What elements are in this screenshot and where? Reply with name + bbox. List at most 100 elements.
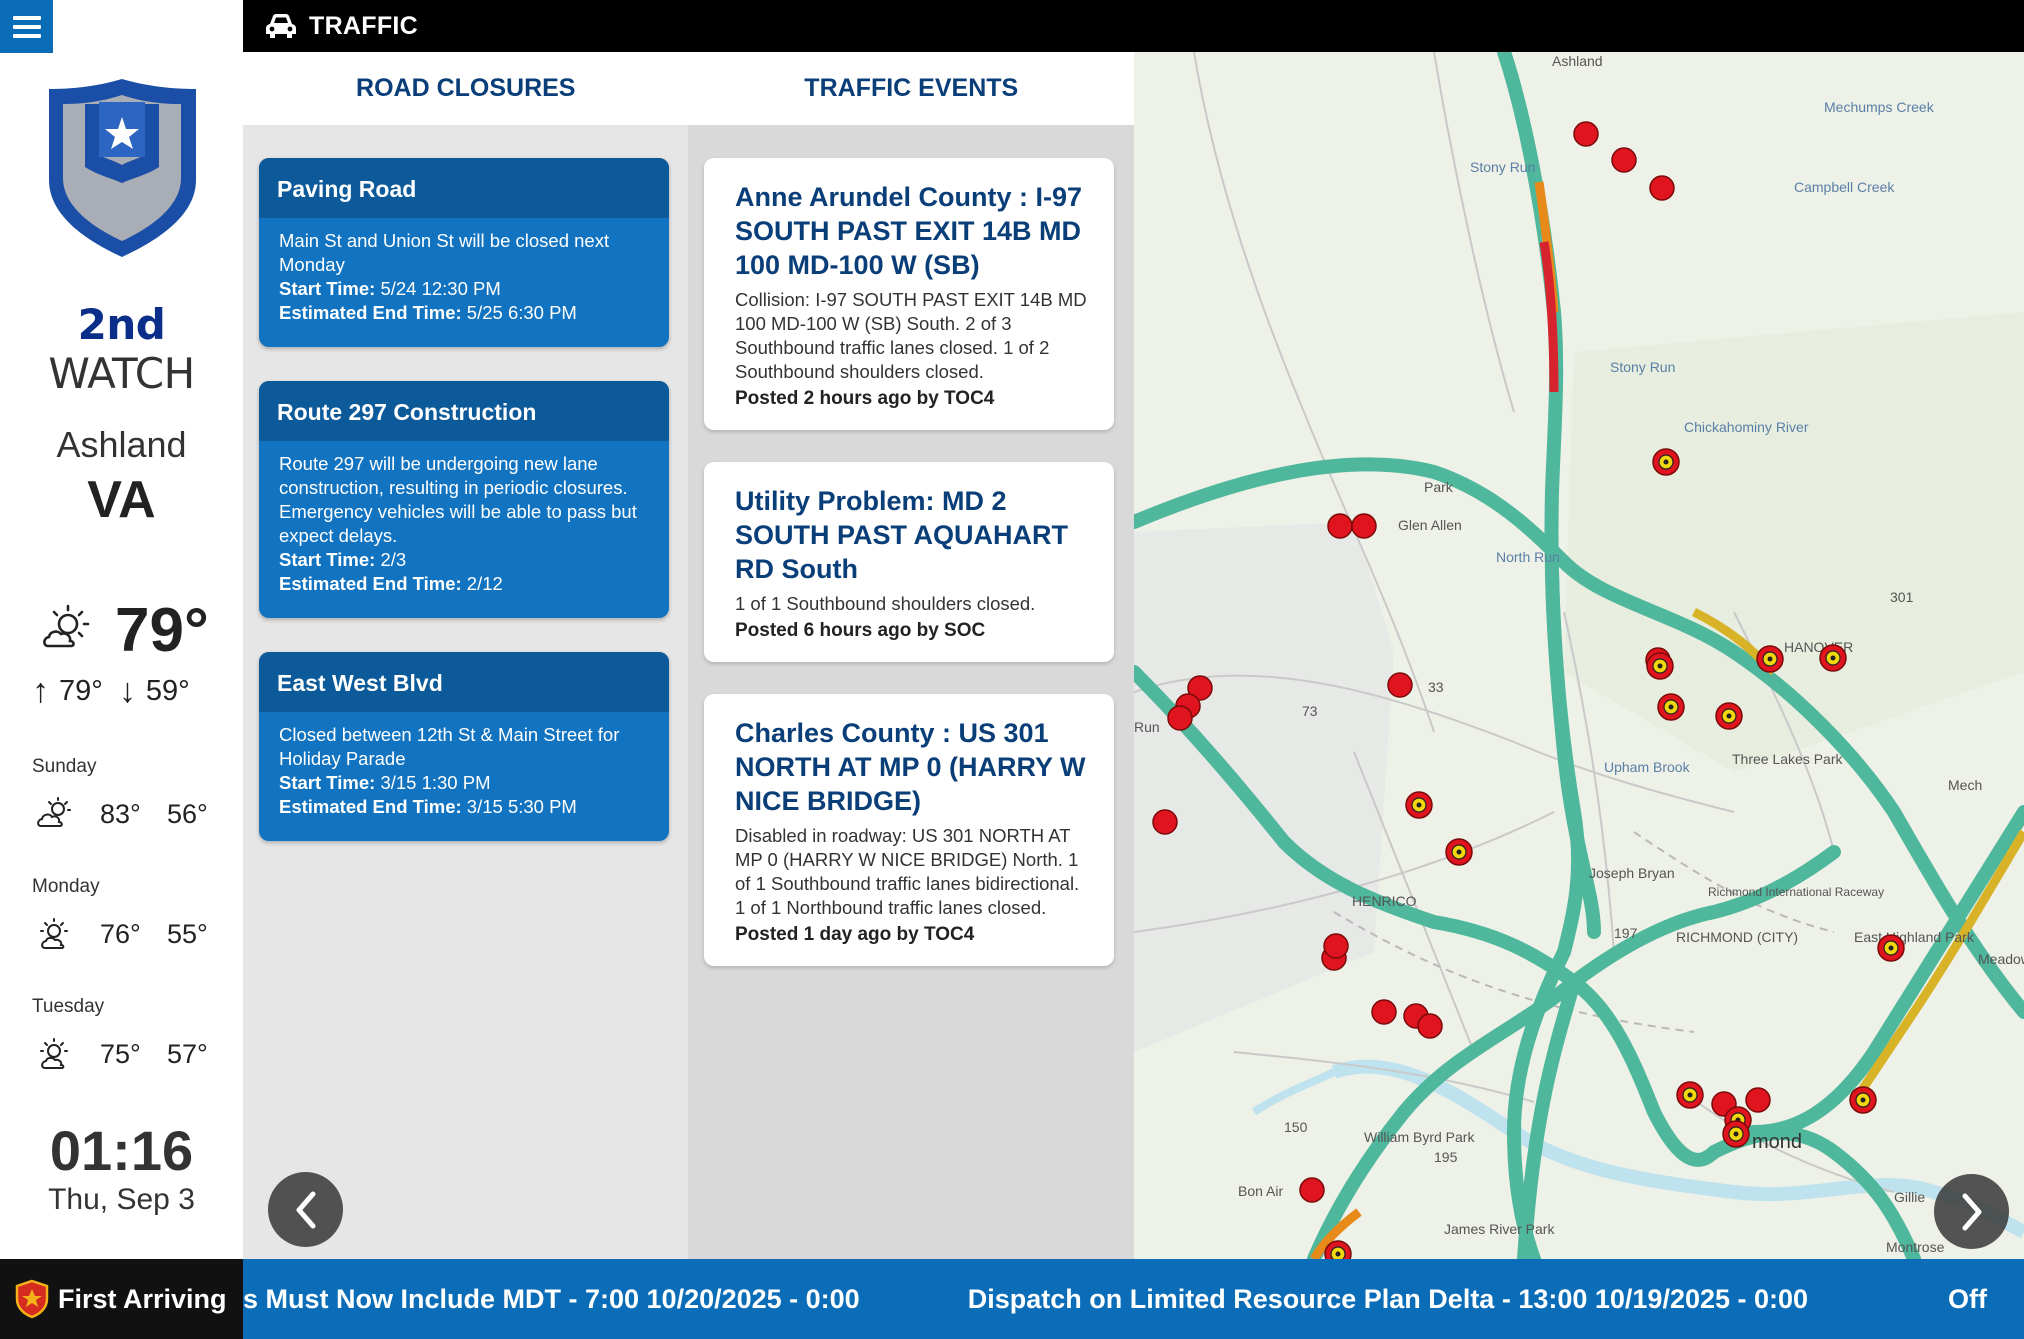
incident-marker[interactable] [1573, 121, 1599, 147]
traffic-content: ROAD CLOSURES TRAFFIC EVENTS Paving Road… [243, 52, 1134, 1259]
map-label: HENRICO [1352, 893, 1417, 909]
incident-marker[interactable] [1371, 999, 1397, 1025]
alert-marker[interactable] [1722, 1120, 1750, 1148]
closure-card[interactable]: East West Blvd Closed between 12th St & … [259, 652, 669, 841]
map-label: Gillie [1894, 1189, 1925, 1205]
closure-body: Closed between 12th St & Main Street for… [259, 712, 669, 841]
alert-marker[interactable] [1756, 645, 1784, 673]
incident-marker[interactable] [1745, 1087, 1771, 1113]
incident-marker[interactable] [1611, 147, 1637, 173]
map-label: Meadow [1978, 951, 2024, 967]
map-label: James River Park [1444, 1221, 1555, 1237]
start-time-label: Start Time: [279, 772, 376, 793]
alert-marker[interactable] [1445, 838, 1473, 866]
incident-marker[interactable] [1327, 513, 1353, 539]
forecast-high: 76° [100, 918, 141, 949]
low-temp: 59° [145, 675, 190, 707]
alert-marker[interactable] [1849, 1086, 1877, 1114]
event-posted: Posted 1 day ago by TOC4 [735, 924, 975, 945]
partly-cloudy-icon [37, 797, 71, 827]
map-label: North Run [1496, 549, 1560, 565]
event-card[interactable]: Charles County : US 301 NORTH AT MP 0 (H… [704, 694, 1114, 966]
map-label: Mechumps Creek [1824, 99, 1935, 115]
incident-marker[interactable] [1387, 672, 1413, 698]
sidebar: 2nd WATCH Ashland VA 79° ↑ 79° ↓ 59° Sunda… [0, 0, 243, 1259]
incident-marker[interactable] [1649, 175, 1675, 201]
map-label: mond [1752, 1131, 1802, 1153]
tab-traffic-events[interactable]: TRAFFIC EVENTS [689, 52, 1135, 125]
closure-card[interactable]: Route 297 Construction Route 297 will be… [259, 381, 669, 618]
news-ticker: First Arriving s Must Now Include MDT - … [0, 1259, 2024, 1339]
sun-cloud-icon [43, 604, 90, 648]
closure-description: Closed between 12th St & Main Street for… [279, 724, 620, 769]
end-time-label: Estimated End Time: [279, 302, 462, 323]
closure-body: Main St and Union St will be closed next… [259, 218, 669, 347]
alert-marker[interactable] [1715, 702, 1743, 730]
closure-title: East West Blvd [259, 652, 669, 712]
event-posted: Posted 6 hours ago by SOC [735, 620, 986, 641]
closure-card[interactable]: Paving Road Main St and Union St will be… [259, 158, 669, 347]
end-time: 5/25 6:30 PM [466, 302, 577, 323]
map-label: 195 [1434, 1149, 1458, 1165]
incident-marker[interactable] [1167, 705, 1193, 731]
start-time-label: Start Time: [279, 278, 376, 299]
incident-marker[interactable] [1152, 809, 1178, 835]
location-city: Ashland [56, 424, 187, 465]
map-canvas[interactable]: Ashland Mechumps Creek Stony Run Campbel… [1134, 52, 2024, 1259]
event-description: Disabled in roadway: US 301 NORTH AT MP … [735, 825, 1080, 918]
map-label: 150 [1284, 1119, 1308, 1135]
traffic-events-list: Anne Arundel County : I-97 SOUTH PAST EX… [688, 125, 1134, 1259]
start-time: 3/15 1:30 PM [380, 772, 491, 793]
alert-marker[interactable] [1646, 652, 1674, 680]
end-time: 2/12 [466, 573, 503, 594]
forecast-row: 75° 57° [36, 1036, 208, 1072]
sun-cloud-icon [40, 1038, 68, 1069]
map-label: William Byrd Park [1364, 1129, 1475, 1145]
alert-marker[interactable] [1676, 1081, 1704, 1109]
tab-road-closures[interactable]: ROAD CLOSURES [243, 52, 689, 125]
alert-marker[interactable] [1819, 644, 1847, 672]
alert-marker[interactable] [1405, 791, 1433, 819]
forecast-row: 83° 56° [36, 796, 208, 832]
forecast-day: Sunday [32, 756, 97, 777]
map-label: 197 [1614, 925, 1638, 941]
chevron-left-icon [296, 1191, 315, 1228]
hamburger-menu-button[interactable] [0, 0, 53, 53]
incident-marker[interactable] [1351, 513, 1377, 539]
map-label: Park [1424, 479, 1454, 495]
closure-title: Paving Road [259, 158, 669, 218]
incident-marker[interactable] [1417, 1013, 1443, 1039]
traffic-map[interactable]: Ashland Mechumps Creek Stony Run Campbel… [1134, 52, 2024, 1259]
alert-marker[interactable] [1652, 448, 1680, 476]
ticker-item: Dispatch on Limited Resource Plan Delta … [967, 1283, 1809, 1314]
event-card[interactable]: Utility Problem: MD 2 SOUTH PAST AQUAHAR… [704, 462, 1114, 662]
forecast-row: 76° 55° [36, 916, 208, 952]
end-time-label: Estimated End Time: [279, 573, 462, 594]
next-button[interactable] [1934, 1174, 2009, 1249]
alert-marker[interactable] [1324, 1240, 1352, 1259]
arrow-up-icon: ↑ [32, 672, 49, 710]
incident-marker[interactable] [1323, 933, 1349, 959]
forecast-low: 55° [167, 918, 208, 949]
map-label: Joseph Bryan [1589, 865, 1675, 881]
alert-marker[interactable] [1877, 934, 1905, 962]
map-label: Stony Run [1470, 159, 1535, 175]
forecast-day: Tuesday [32, 996, 105, 1017]
forecast-high: 83° [100, 798, 141, 829]
alert-marker[interactable] [1657, 693, 1685, 721]
map-label: East Highland Park [1854, 929, 1975, 945]
start-time-label: Start Time: [279, 549, 376, 570]
shield-logo-icon [15, 1279, 49, 1319]
event-posted: Posted 2 hours ago by TOC4 [735, 388, 995, 409]
clock-time: 01:16 [49, 1119, 194, 1182]
map-label: 33 [1428, 679, 1444, 695]
event-card[interactable]: Anne Arundel County : I-97 SOUTH PAST EX… [704, 158, 1114, 430]
end-time-label: Estimated End Time: [279, 796, 462, 817]
map-label: Run [1134, 719, 1160, 735]
incident-marker[interactable] [1299, 1177, 1325, 1203]
ticker-brand: First Arriving [58, 1283, 227, 1314]
previous-button[interactable] [268, 1172, 343, 1247]
closure-description: Route 297 will be undergoing new lane co… [279, 453, 637, 546]
arrow-down-icon: ↓ [118, 672, 136, 710]
tab-bar: ROAD CLOSURES TRAFFIC EVENTS [243, 52, 1134, 125]
